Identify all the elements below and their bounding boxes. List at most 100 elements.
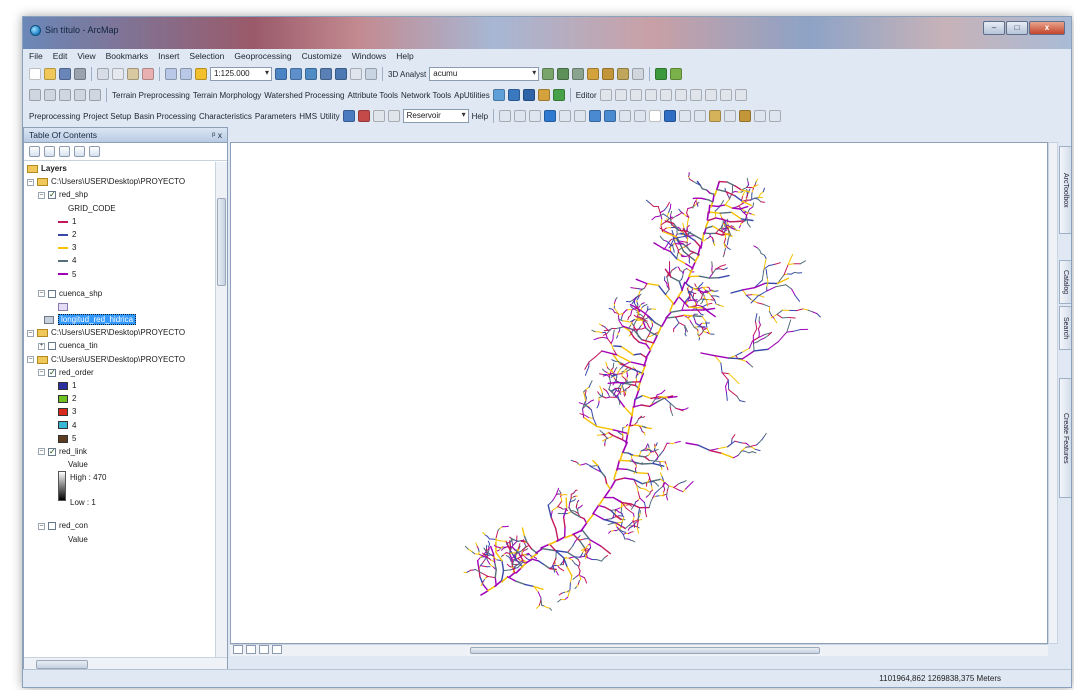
legend-item[interactable]: 5 — [24, 432, 215, 445]
point-delineation-icon[interactable] — [522, 89, 535, 101]
minimize-button[interactable]: – — [983, 21, 1005, 35]
edit-tool-icon[interactable] — [599, 89, 612, 101]
toc-layer-cuenca-shp[interactable]: – cuenca_shp — [24, 287, 215, 300]
legend-ramp-row[interactable]: High : 470 Low : 1 — [24, 471, 215, 509]
menu-view[interactable]: View — [77, 51, 95, 61]
toc-pin-close-controls[interactable]: ᵖ x — [212, 130, 222, 140]
find-route-icon[interactable] — [709, 110, 722, 122]
network-tools-menu[interactable]: Network Tools — [401, 91, 451, 100]
reservoir-combo[interactable]: Reservoir — [402, 109, 469, 123]
parameters-menu[interactable]: Parameters — [255, 112, 296, 121]
dock-tab-catalog[interactable]: Catalog — [1059, 260, 1071, 304]
dock-tab-search[interactable]: Search — [1059, 306, 1071, 350]
open-folder-icon[interactable] — [44, 68, 56, 80]
profile-tool-icon[interactable] — [372, 110, 385, 122]
menu-selection[interactable]: Selection — [189, 51, 224, 61]
copy-icon[interactable] — [112, 68, 124, 80]
redo-icon[interactable] — [180, 68, 192, 80]
refresh-icon[interactable] — [259, 645, 269, 654]
fixed-zoom-out-icon[interactable] — [574, 110, 587, 122]
basin-processing-menu[interactable]: Basin Processing — [134, 112, 196, 121]
characteristics-menu[interactable]: Characteristics — [199, 112, 252, 121]
create-features-icon[interactable] — [734, 89, 747, 101]
go-forward-icon[interactable] — [604, 110, 617, 122]
zoom-in-fixed-icon[interactable] — [29, 89, 41, 101]
dock-tab-arctoolbox[interactable]: ArcToolbox — [1059, 146, 1071, 234]
map-scale-combo[interactable]: 1:125.000 — [210, 67, 272, 81]
line-of-sight-icon[interactable] — [587, 68, 600, 80]
watershed-processing-menu[interactable]: Watershed Processing — [264, 91, 344, 100]
preprocessing-menu[interactable]: Preprocessing — [29, 112, 80, 121]
basin-tool-icon[interactable] — [342, 110, 355, 122]
editor-toolbar-icon[interactable] — [275, 68, 287, 80]
list-by-selection-icon[interactable] — [74, 146, 85, 157]
paste-icon[interactable] — [127, 68, 139, 80]
flow-path-icon[interactable] — [552, 89, 565, 101]
data-view-icon[interactable] — [233, 645, 243, 654]
arcglobe-icon[interactable] — [655, 68, 668, 80]
terrain-preprocessing-menu[interactable]: Terrain Preprocessing — [112, 91, 190, 100]
menu-windows[interactable]: Windows — [352, 51, 386, 61]
identify-icon[interactable] — [89, 89, 101, 101]
fixed-zoom-in-icon[interactable] — [559, 110, 572, 122]
list-by-source-icon[interactable] — [44, 146, 55, 157]
map-hscroll-thumb[interactable] — [470, 647, 820, 654]
editor-menu[interactable]: Editor — [576, 91, 597, 100]
model-builder-icon[interactable] — [365, 68, 377, 80]
search-window-icon[interactable] — [320, 68, 332, 80]
toc-vertical-scrollbar[interactable] — [215, 162, 227, 657]
full-extent-icon[interactable] — [544, 110, 557, 122]
catalog-icon[interactable] — [305, 68, 317, 80]
identify-tool-icon[interactable] — [664, 110, 677, 122]
layer-visibility-checkbox[interactable] — [48, 188, 56, 201]
time-slider-icon[interactable] — [754, 110, 767, 122]
select-elements-icon[interactable] — [649, 110, 662, 122]
toc-layer-red-con[interactable]: – red_con — [24, 519, 215, 532]
go-back-icon[interactable] — [589, 110, 602, 122]
save-icon[interactable] — [59, 68, 71, 80]
batch-point-icon[interactable] — [537, 89, 550, 101]
menu-insert[interactable]: Insert — [158, 51, 179, 61]
interpolate-line-icon[interactable] — [617, 68, 630, 80]
layer-visibility-checkbox[interactable] — [48, 445, 56, 458]
collapse-icon[interactable]: – — [38, 290, 45, 298]
sketch-properties-icon[interactable] — [719, 89, 732, 101]
expand-icon[interactable]: + — [38, 342, 45, 350]
toc-group-row[interactable]: – C:\Users\USER\Desktop\PROYECTO — [24, 326, 215, 339]
collapse-icon[interactable]: – — [27, 329, 34, 337]
profile-graph-icon[interactable] — [602, 68, 615, 80]
arcscene-icon[interactable] — [670, 68, 683, 80]
toc-scroll-thumb[interactable] — [217, 198, 226, 286]
undo-icon[interactable] — [165, 68, 177, 80]
legend-item[interactable]: 4 — [24, 419, 215, 432]
go-to-xy-icon[interactable] — [739, 110, 752, 122]
select-features-icon[interactable] — [619, 110, 632, 122]
split-basin-icon[interactable] — [387, 110, 400, 122]
map-view[interactable] — [230, 142, 1048, 644]
add-data-icon[interactable] — [195, 68, 207, 80]
legend-item[interactable]: 3 — [24, 241, 215, 254]
steepest-path-icon[interactable] — [572, 68, 585, 80]
collapse-icon[interactable]: – — [27, 178, 34, 186]
cut-icon[interactable] — [97, 68, 109, 80]
toc-options-icon[interactable] — [89, 146, 100, 157]
layer-visibility-checkbox[interactable] — [48, 522, 56, 531]
menu-help[interactable]: Help — [396, 51, 413, 61]
collapse-icon[interactable]: – — [27, 356, 34, 364]
dock-tab-create-features[interactable]: Create Features — [1059, 378, 1071, 498]
python-window-icon[interactable] — [350, 68, 362, 80]
interpolate-point-icon[interactable] — [632, 68, 645, 80]
zoom-out-fixed-icon[interactable] — [44, 89, 56, 101]
toc-layer-red-shp[interactable]: – red_shp — [24, 188, 215, 201]
toc-hscroll-thumb[interactable] — [36, 660, 88, 669]
table-of-contents-icon[interactable] — [290, 68, 302, 80]
legend-item[interactable]: 1 — [24, 215, 215, 228]
3d-analyst-menu[interactable]: 3D Analyst — [388, 70, 426, 79]
trace-edit-icon[interactable] — [659, 89, 672, 101]
menu-edit[interactable]: Edit — [53, 51, 68, 61]
new-document-icon[interactable] — [29, 68, 41, 80]
end-point-arc-icon[interactable] — [644, 89, 657, 101]
forward-extent-icon[interactable] — [74, 89, 86, 101]
raster-tool-icon[interactable] — [542, 68, 555, 80]
collapse-icon[interactable]: – — [38, 522, 45, 530]
